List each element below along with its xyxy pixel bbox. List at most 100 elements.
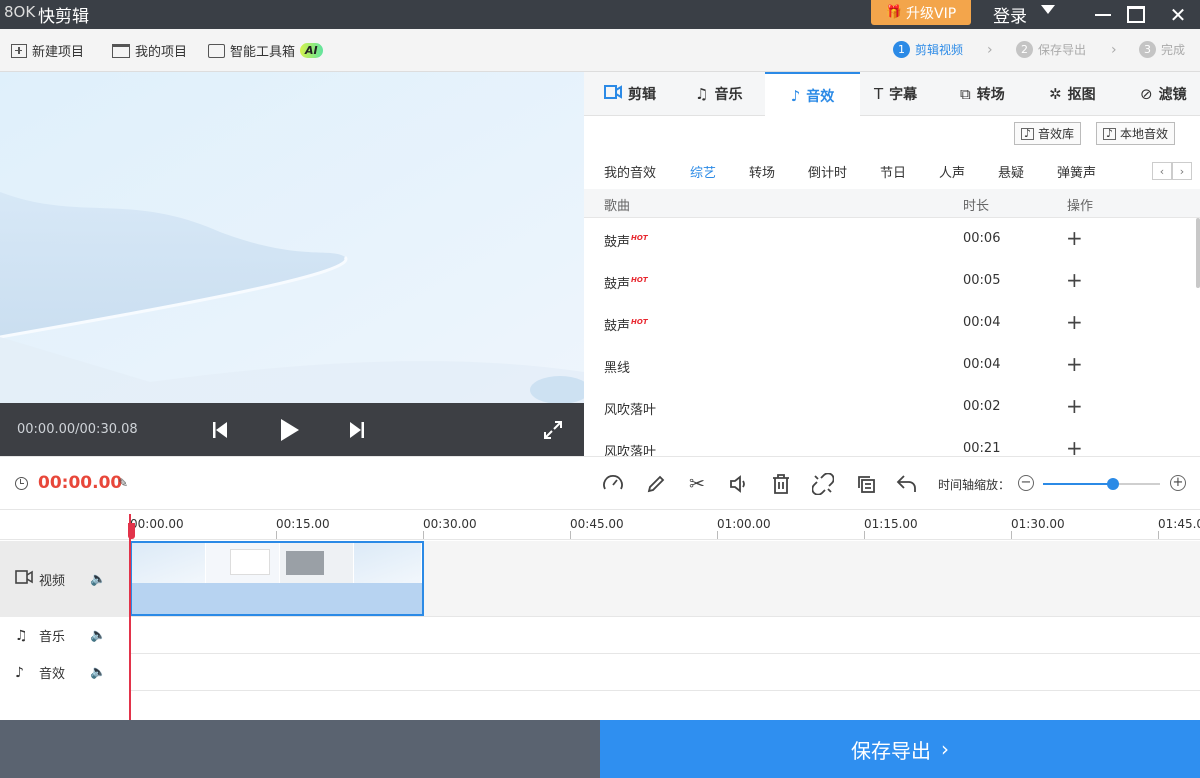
maximize-icon[interactable] — [1118, 0, 1154, 29]
copy-icon[interactable] — [853, 471, 879, 497]
smart-toolbox-button[interactable]: 智能工具箱 AI — [208, 41, 323, 60]
step-3-label: 完成 — [1161, 43, 1186, 57]
clip-thumbnail — [280, 543, 354, 583]
current-time: 00:00.00 — [38, 473, 123, 493]
tab-subtitle-label: 字幕 — [889, 87, 918, 103]
video-clip[interactable] — [130, 541, 424, 616]
close-icon[interactable]: ✕ — [1160, 0, 1196, 29]
tab-transition[interactable]: ⧉ 转场 — [960, 72, 1005, 116]
gift-icon: 🎁 — [885, 5, 903, 20]
list-item[interactable]: 鼓声 HOT 00:06 + — [584, 218, 1200, 260]
prev-frame-icon[interactable] — [208, 403, 232, 456]
ruler-tick — [1158, 531, 1159, 539]
sound-effect-icon: ♪ — [790, 86, 801, 105]
smart-toolbox-label: 智能工具箱 — [230, 45, 296, 60]
list-item[interactable]: 风吹落叶 00:21 + — [584, 428, 1200, 456]
new-project-button[interactable]: 新建项目 — [11, 41, 84, 60]
add-icon[interactable]: + — [1066, 310, 1083, 334]
column-action: 操作 — [1067, 199, 1094, 214]
add-icon[interactable]: + — [1066, 268, 1083, 292]
music-track[interactable] — [130, 617, 1200, 654]
sfx-name: 风吹落叶 — [604, 445, 657, 456]
list-item[interactable]: 鼓声 HOT 00:04 + — [584, 302, 1200, 344]
category-festival[interactable]: 节日 — [880, 162, 906, 181]
sfx-duration: 00:05 — [963, 273, 1001, 288]
sfx-table-header: 歌曲 时长 操作 — [584, 189, 1200, 218]
delete-icon[interactable] — [768, 471, 794, 497]
add-icon[interactable]: + — [1066, 352, 1083, 376]
local-sound-label: 本地音效 — [1120, 127, 1169, 141]
next-frame-icon[interactable] — [345, 403, 369, 456]
zoom-in-icon[interactable]: + — [1170, 475, 1186, 491]
ruler-tick — [864, 531, 865, 539]
music-file-icon: ♪ — [1021, 127, 1034, 140]
category-transition[interactable]: 转场 — [749, 162, 775, 181]
add-icon[interactable]: + — [1066, 226, 1083, 250]
list-item[interactable]: 风吹落叶 00:02 + — [584, 386, 1200, 428]
login-button[interactable]: 登录 — [993, 2, 1027, 27]
transition-icon: ⧉ — [960, 85, 971, 103]
chevron-right-icon[interactable]: › — [1172, 162, 1192, 180]
tab-sound-effect[interactable]: ♪ 音效 — [765, 72, 860, 117]
add-icon[interactable]: + — [1066, 394, 1083, 418]
music-note-icon: ♫ — [15, 627, 28, 644]
ruler-tick — [570, 531, 571, 539]
volume-icon[interactable] — [725, 471, 751, 497]
category-suspense[interactable]: 悬疑 — [998, 162, 1024, 181]
my-projects-button[interactable]: 我的项目 — [112, 41, 187, 60]
timeline-zoom-label: 时间轴缩放： — [938, 478, 1011, 492]
add-icon[interactable]: + — [1066, 436, 1083, 456]
fullscreen-icon[interactable] — [541, 403, 565, 456]
tab-music[interactable]: ♫ 音乐 — [695, 72, 742, 116]
save-export-button[interactable]: 保存导出 › — [600, 720, 1200, 778]
timeline-zoom-slider[interactable] — [1043, 478, 1160, 490]
sfx-list-scrollbar[interactable] — [1196, 218, 1200, 288]
undo-icon[interactable] — [894, 471, 920, 497]
timeline-ruler[interactable]: 00:00.00 00:15.00 00:30.00 00:45.00 01:0… — [0, 511, 1200, 540]
tab-cutout[interactable]: ✲ 抠图 — [1049, 72, 1096, 116]
local-sound-button[interactable]: ♪ 本地音效 — [1096, 122, 1176, 145]
category-variety[interactable]: 综艺 — [690, 162, 716, 181]
scissors-icon[interactable]: ✂ — [684, 471, 710, 497]
upgrade-vip-button[interactable]: 🎁 升级VIP — [871, 0, 971, 25]
list-item[interactable]: 黑线 00:04 + — [584, 344, 1200, 386]
speaker-icon[interactable]: 🔈 — [90, 665, 106, 680]
speaker-icon[interactable]: 🔈 — [90, 572, 106, 587]
play-icon[interactable] — [276, 403, 304, 456]
zoom-slider-handle[interactable] — [1107, 478, 1120, 490]
clip-thumbnail — [206, 543, 280, 583]
unlink-icon[interactable] — [810, 471, 836, 497]
timeline-toolbar: 00:00.00 ✎ ✂ 时间轴缩放： − + — [0, 456, 1200, 510]
sound-library-button[interactable]: ♪ 音效库 — [1014, 122, 1082, 145]
category-my-sfx[interactable]: 我的音效 — [604, 162, 656, 181]
category-voice[interactable]: 人声 — [939, 162, 965, 181]
playhead[interactable] — [129, 514, 131, 720]
chevron-down-icon[interactable] — [1041, 5, 1055, 14]
tab-filter-label: 滤镜 — [1158, 87, 1187, 103]
step-1: 1 剪辑视频 — [893, 41, 963, 58]
category-countdown[interactable]: 倒计时 — [808, 162, 847, 181]
preview-frame-image — [0, 72, 584, 403]
main-toolbar: 新建项目 我的项目 智能工具箱 AI 1 剪辑视频 › 2 保存导出 › 3 完… — [0, 29, 1200, 72]
playhead-handle[interactable] — [128, 523, 135, 539]
ruler-tick — [423, 531, 424, 539]
tab-subtitle[interactable]: T 字幕 — [874, 72, 917, 116]
upgrade-vip-label: 升级VIP — [906, 5, 957, 22]
pencil-icon[interactable] — [643, 471, 669, 497]
step-2: 2 保存导出 — [1016, 41, 1086, 58]
zoom-out-icon[interactable]: − — [1018, 475, 1034, 491]
video-preview[interactable] — [0, 72, 584, 403]
sfx-track-label: 音效 — [39, 667, 66, 682]
category-spring[interactable]: 弹簧声 — [1057, 162, 1096, 181]
speaker-icon[interactable]: 🔈 — [90, 628, 106, 643]
speed-icon[interactable] — [600, 471, 626, 497]
sfx-duration: 00:04 — [963, 357, 1001, 372]
tab-filter[interactable]: ⊘ 滤镜 — [1140, 72, 1187, 116]
edit-time-icon[interactable]: ✎ — [118, 476, 128, 490]
chevron-left-icon[interactable]: ‹ — [1152, 162, 1172, 180]
tab-edit[interactable]: 剪辑 — [604, 72, 656, 116]
plus-box-icon — [11, 43, 27, 58]
minimize-icon[interactable] — [1085, 0, 1121, 29]
sfx-track[interactable] — [130, 654, 1200, 691]
list-item[interactable]: 鼓声 HOT 00:05 + — [584, 260, 1200, 302]
